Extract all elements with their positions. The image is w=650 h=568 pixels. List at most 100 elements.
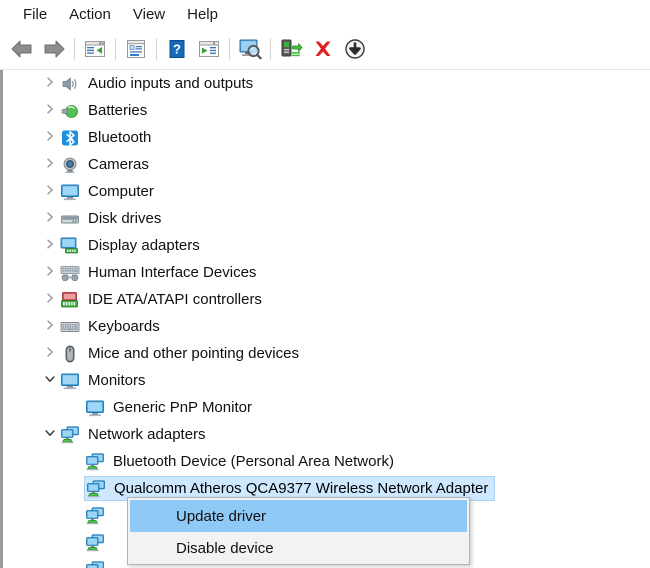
tree-row-label: Batteries: [88, 102, 148, 119]
display-adapter-icon: [60, 237, 80, 255]
ide-controller-icon: [60, 291, 80, 309]
tree-row[interactable]: Audio inputs and outputs: [3, 70, 650, 97]
tree-expander[interactable]: [41, 232, 59, 259]
tree-expander[interactable]: [41, 124, 59, 151]
network-adapter-icon: [85, 452, 105, 471]
svg-text:?: ?: [173, 41, 181, 56]
monitor-icon: [85, 399, 105, 417]
chevron-down-icon[interactable]: [44, 426, 56, 444]
monitor-icon: [60, 372, 80, 390]
tree-row[interactable]: Display adapters: [3, 232, 650, 259]
scan-for-hardware-changes-icon[interactable]: [234, 33, 266, 65]
tree-expander[interactable]: [41, 340, 59, 367]
tree-expander[interactable]: [41, 205, 59, 232]
forward-arrow-icon[interactable]: [38, 33, 70, 65]
chevron-right-icon[interactable]: [44, 345, 56, 363]
menu-action[interactable]: Action: [58, 4, 122, 25]
menu-help[interactable]: Help: [176, 4, 229, 25]
tree-row-label: Monitors: [88, 372, 146, 389]
device-tree-pane[interactable]: Audio inputs and outputs Batteries Bluetoo…: [0, 70, 650, 568]
network-adapter-icon: [85, 533, 105, 552]
network-adapter-icon: [85, 506, 105, 525]
mouse-icon: [61, 345, 79, 363]
tree-row-label: Display adapters: [88, 237, 200, 254]
tree-row[interactable]: Computer: [3, 178, 650, 205]
tree-row-label: Generic PnP Monitor: [113, 399, 252, 416]
chevron-down-icon[interactable]: [44, 372, 56, 390]
chevron-right-icon[interactable]: [44, 291, 56, 309]
camera-icon: [61, 156, 79, 174]
chevron-right-icon[interactable]: [44, 156, 56, 174]
disk-drive-icon: [60, 210, 80, 228]
tree-expander[interactable]: [41, 313, 59, 340]
device-manager-window: File Action View Help ? Audio inputs and…: [0, 0, 650, 568]
tree-expander[interactable]: [41, 70, 59, 97]
toolbar-separator: [74, 37, 75, 60]
bluetooth-icon: [61, 129, 79, 147]
tree-row-label: Cameras: [88, 156, 149, 173]
toolbar-separator: [270, 37, 271, 60]
tree-row[interactable]: Bluetooth Device (Personal Area Network): [3, 448, 650, 475]
tree-row-label: Human Interface Devices: [88, 264, 257, 281]
tree-row-label: Keyboards: [88, 318, 160, 335]
battery-icon: [61, 102, 79, 120]
tree-expander[interactable]: [41, 97, 59, 124]
context-menu-disable-device[interactable]: Disable device: [130, 532, 467, 564]
menu-file[interactable]: File: [12, 4, 58, 25]
show-hide-console-tree-icon[interactable]: [79, 33, 111, 65]
tree-row-label: Mice and other pointing devices: [88, 345, 299, 362]
tree-expander[interactable]: [41, 367, 59, 394]
help-icon[interactable]: ?: [161, 33, 193, 65]
tree-row[interactable]: IDE ATA/ATAPI controllers: [3, 286, 650, 313]
tree-row[interactable]: Network adapters: [3, 421, 650, 448]
chevron-right-icon[interactable]: [44, 129, 56, 147]
tree-expander[interactable]: [41, 421, 59, 448]
context-menu[interactable]: Update driver Disable device: [127, 497, 470, 565]
tree-row-label: Audio inputs and outputs: [88, 75, 254, 92]
tree-row[interactable]: Mice and other pointing devices: [3, 340, 650, 367]
device-tree: Audio inputs and outputs Batteries Bluetoo…: [3, 70, 650, 568]
computer-icon: [60, 183, 80, 201]
properties-icon[interactable]: [120, 33, 152, 65]
chevron-right-icon[interactable]: [44, 237, 56, 255]
back-arrow-icon[interactable]: [6, 33, 38, 65]
tree-row[interactable]: Keyboards: [3, 313, 650, 340]
toolbar: ?: [0, 28, 650, 70]
chevron-right-icon[interactable]: [44, 102, 56, 120]
hid-icon: [60, 264, 80, 282]
menu-bar: File Action View Help: [0, 0, 650, 28]
tree-row-label: Disk drives: [88, 210, 162, 227]
context-menu-update-driver[interactable]: Update driver: [130, 500, 467, 532]
tree-expander[interactable]: [41, 286, 59, 313]
update-driver-icon[interactable]: [275, 33, 307, 65]
tree-row[interactable]: Disk drives: [3, 205, 650, 232]
tree-expander[interactable]: [41, 178, 59, 205]
network-adapter-icon: [60, 425, 80, 444]
uninstall-device-icon[interactable]: [307, 33, 339, 65]
chevron-right-icon[interactable]: [44, 183, 56, 201]
tree-row[interactable]: Bluetooth: [3, 124, 650, 151]
toolbar-separator: [156, 37, 157, 60]
tree-row-label: Bluetooth: [88, 129, 152, 146]
chevron-right-icon[interactable]: [44, 210, 56, 228]
chevron-right-icon[interactable]: [44, 75, 56, 93]
chevron-right-icon[interactable]: [44, 318, 56, 336]
network-adapter-icon: [85, 560, 105, 568]
chevron-right-icon[interactable]: [44, 264, 56, 282]
tree-row[interactable]: Monitors: [3, 367, 650, 394]
tree-row[interactable]: Human Interface Devices: [3, 259, 650, 286]
speaker-icon: [61, 75, 79, 93]
tree-row[interactable]: Cameras: [3, 151, 650, 178]
toolbar-separator: [115, 37, 116, 60]
toolbar-separator: [229, 37, 230, 60]
tree-row[interactable]: Batteries: [3, 97, 650, 124]
tree-row-label: Network adapters: [88, 426, 206, 443]
tree-expander[interactable]: [41, 151, 59, 178]
network-adapter-icon: [86, 479, 106, 498]
keyboard-icon: [60, 318, 80, 336]
disable-device-icon[interactable]: [339, 33, 371, 65]
tree-expander[interactable]: [41, 259, 59, 286]
action-menu-icon[interactable]: [193, 33, 225, 65]
tree-row[interactable]: Generic PnP Monitor: [3, 394, 650, 421]
menu-view[interactable]: View: [122, 4, 176, 25]
